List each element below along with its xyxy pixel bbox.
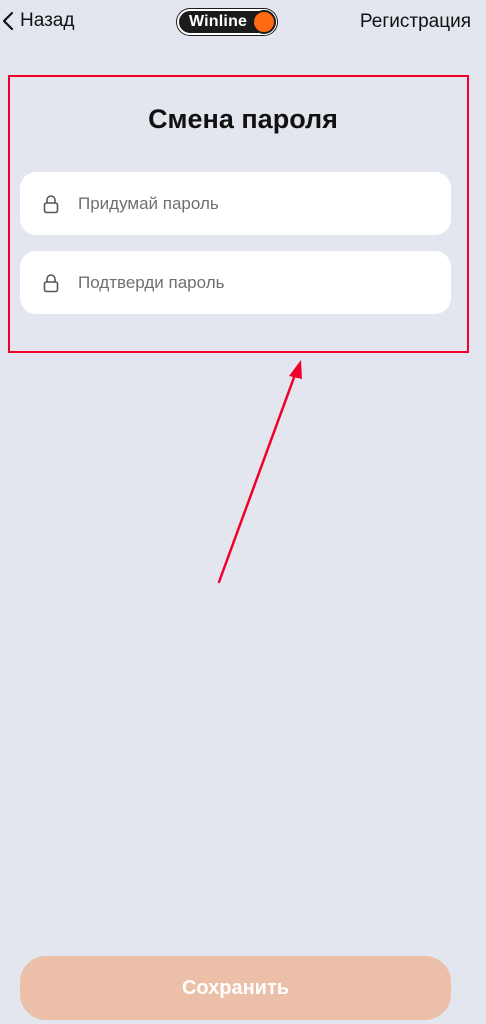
winline-logo: Winline: [177, 9, 278, 35]
new-password-field[interactable]: [20, 172, 451, 235]
back-button[interactable]: Назад: [0, 10, 74, 32]
back-label: Назад: [20, 10, 75, 31]
register-link[interactable]: Регистрация: [360, 11, 471, 33]
confirm-password-input[interactable]: [78, 272, 398, 293]
confirm-password-field[interactable]: [20, 251, 451, 314]
logo-text: Winline: [189, 13, 248, 30]
new-password-input[interactable]: [78, 193, 398, 214]
chevron-left-icon: [0, 10, 16, 32]
top-nav: Назад Winline Регистрация: [0, 0, 486, 46]
page-title: Смена пароля: [148, 104, 338, 134]
save-button[interactable]: Сохранить: [20, 956, 451, 1020]
lock-icon: [42, 193, 60, 215]
orange-dot-icon: [252, 10, 277, 34]
lock-icon: [42, 272, 60, 294]
